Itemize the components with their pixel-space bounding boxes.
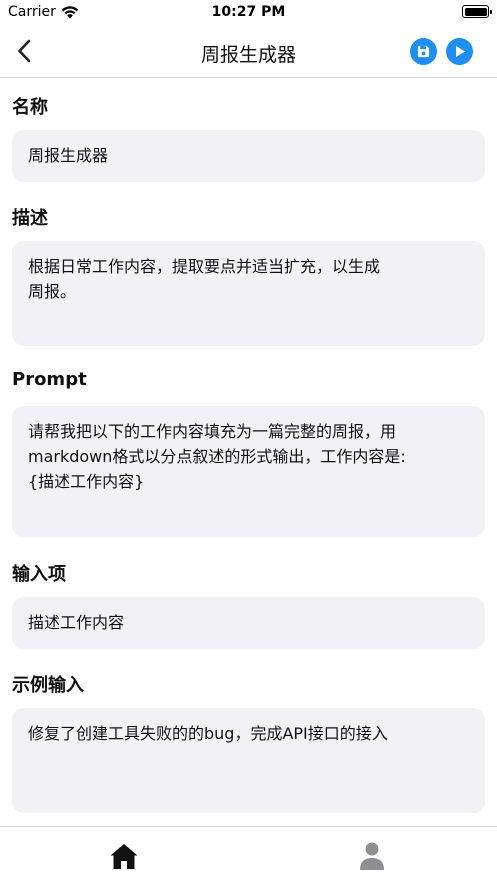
save-icon	[417, 45, 430, 58]
input-item-label: 输入项	[12, 564, 66, 585]
example-input-label: 示例输入	[12, 675, 84, 696]
name-label: 名称	[12, 97, 48, 118]
prompt-label: Prompt	[12, 369, 87, 390]
tab-home[interactable]	[107, 839, 141, 873]
home-icon	[110, 844, 138, 869]
form-content: 名称 周报生成器 描述 根据日常工作内容，提取要点并适当扩充，以生成 周报。 P…	[0, 78, 497, 826]
prompt-input[interactable]: 请帮我把以下的工作内容填充为一篇完整的周报，用 markdown格式以分点叙述的…	[12, 406, 485, 537]
input-item-input[interactable]: 描述工作内容	[12, 597, 485, 649]
save-button[interactable]	[410, 38, 437, 65]
tab-profile[interactable]	[355, 839, 389, 873]
tab-bar	[0, 826, 497, 883]
battery-icon	[462, 5, 492, 18]
status-bar: Carrier 10:27 PM	[0, 0, 497, 26]
status-time: 10:27 PM	[211, 4, 286, 20]
example-input-input[interactable]: 修复了创建工具失败的的bug，完成API接口的接入	[12, 708, 485, 813]
play-icon	[455, 46, 465, 57]
run-button[interactable]	[446, 38, 473, 65]
person-icon	[360, 842, 384, 870]
navigation-bar: 周报生成器	[0, 26, 497, 78]
name-input[interactable]: 周报生成器	[12, 130, 485, 182]
description-label: 描述	[12, 208, 48, 229]
description-input[interactable]: 根据日常工作内容，提取要点并适当扩充，以生成 周报。	[12, 241, 485, 346]
